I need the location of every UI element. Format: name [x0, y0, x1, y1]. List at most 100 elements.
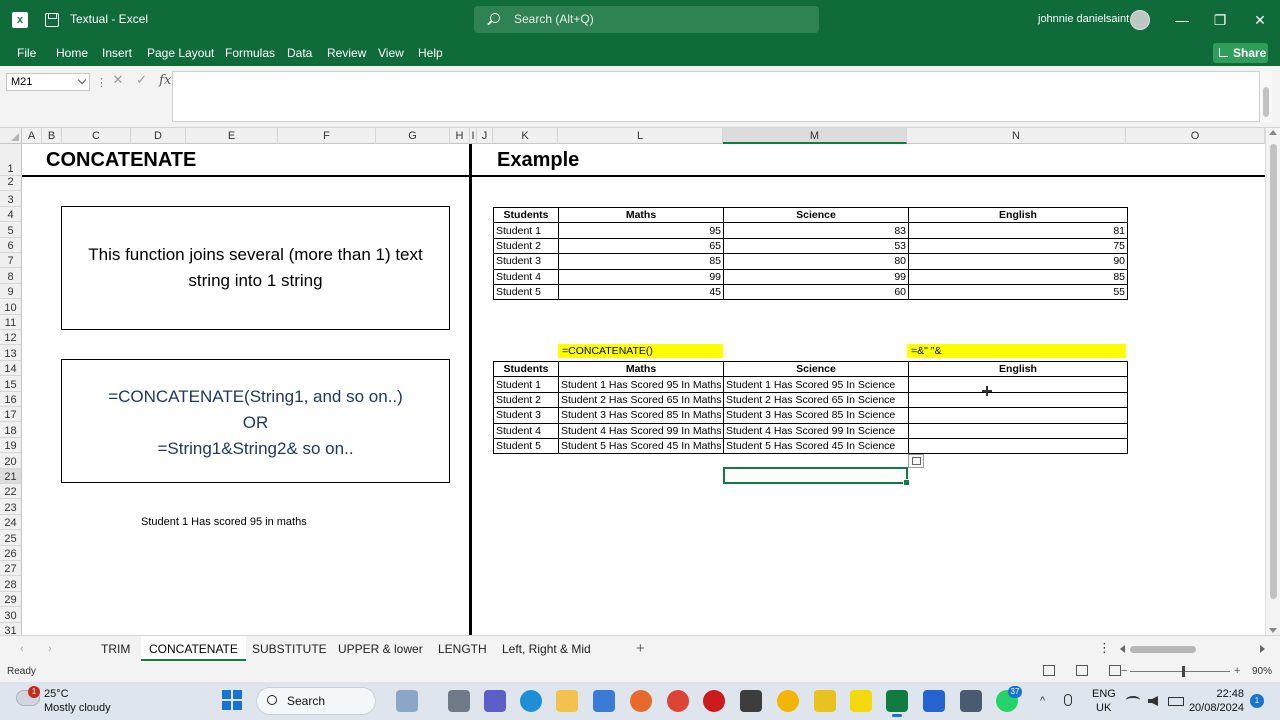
user-name[interactable]: johnnie danielsaint: [1038, 13, 1129, 25]
row-header-9[interactable]: 9: [0, 283, 22, 300]
language-indicator[interactable]: ENG: [1092, 688, 1116, 700]
zoom-out-button[interactable]: −: [1121, 665, 1127, 677]
cell[interactable]: 99: [558, 268, 724, 285]
sheet-tab-trim[interactable]: TRIM: [101, 642, 130, 656]
tab-view[interactable]: View: [378, 46, 404, 60]
tray-chevron-icon[interactable]: ^: [1040, 695, 1045, 707]
cell[interactable]: 81: [908, 222, 1128, 239]
zoom-slider-handle[interactable]: [1182, 666, 1185, 677]
cell[interactable]: Student 3 Has Scored 85 In Science: [723, 407, 909, 424]
volume-icon[interactable]: [1148, 696, 1158, 706]
row-header-1[interactable]: 1: [0, 144, 22, 176]
next-sheet-icon[interactable]: ›: [48, 643, 52, 655]
header-maths[interactable]: Maths: [558, 206, 724, 224]
cell[interactable]: Student 3 Has Scored 85 In Maths: [558, 407, 724, 424]
cell[interactable]: Student 4 Has Scored 99 In Maths: [558, 422, 724, 439]
row-header-3[interactable]: 3: [0, 191, 22, 207]
cell[interactable]: Student 5 Has Scored 45 In Maths: [558, 437, 724, 455]
search-box[interactable]: Search (Alt+Q): [474, 6, 819, 33]
header-english[interactable]: English: [908, 206, 1128, 224]
cell[interactable]: Student 4 Has Scored 99 In Science: [723, 422, 909, 439]
cell[interactable]: Student 5: [493, 437, 559, 455]
tab-home[interactable]: Home: [56, 46, 88, 60]
taskbar-search[interactable]: Search: [256, 687, 376, 715]
normal-view-icon[interactable]: [1043, 665, 1055, 676]
formula-scrollbar[interactable]: [1260, 71, 1272, 122]
minimize-button[interactable]: —: [1172, 10, 1192, 30]
header-students[interactable]: Students: [493, 360, 559, 378]
media-app-icon[interactable]: [740, 690, 762, 712]
prev-sheet-icon[interactable]: ‹: [20, 643, 24, 655]
row-header-13[interactable]: 13: [0, 345, 22, 361]
row-header-22[interactable]: 22: [0, 484, 22, 500]
scroll-right-icon[interactable]: [1260, 645, 1265, 653]
cell[interactable]: [908, 376, 1128, 393]
cell[interactable]: [908, 437, 1128, 455]
cell[interactable]: Student 5: [493, 283, 559, 301]
tab-file[interactable]: File: [17, 46, 36, 60]
horizontal-scrollbar[interactable]: [1120, 645, 1265, 654]
scroll-thumb[interactable]: [1130, 646, 1196, 653]
row-header-31[interactable]: 31: [0, 622, 22, 635]
restore-button[interactable]: ❐: [1210, 10, 1230, 30]
cell[interactable]: 80: [723, 253, 909, 270]
cell[interactable]: 65: [558, 237, 724, 255]
cell[interactable]: Student 4: [493, 422, 559, 439]
sticky-notes-icon[interactable]: [850, 690, 872, 712]
cell[interactable]: Student 1 Has Scored 95 In Maths: [558, 376, 724, 393]
chevron-down-icon[interactable]: [77, 75, 87, 85]
weather-temperature[interactable]: 25°C: [44, 688, 69, 700]
cell[interactable]: Student 2 Has Scored 65 In Maths: [558, 391, 724, 409]
row-header-25[interactable]: 25: [0, 530, 22, 546]
column-header-j[interactable]: J: [477, 128, 493, 144]
tab-help[interactable]: Help: [418, 46, 443, 60]
wifi-icon[interactable]: [1126, 696, 1140, 704]
cell[interactable]: 55: [908, 283, 1128, 301]
column-header-h[interactable]: H: [450, 128, 470, 144]
column-header-n[interactable]: N: [907, 128, 1126, 144]
cell[interactable]: 75: [908, 237, 1128, 255]
cell[interactable]: Student 2 Has Scored 65 In Science: [723, 391, 909, 409]
row-header-23[interactable]: 23: [0, 499, 22, 515]
scroll-up-icon[interactable]: [1269, 130, 1277, 135]
cell[interactable]: 83: [723, 222, 909, 239]
cell[interactable]: 99: [723, 268, 909, 285]
row-header-28[interactable]: 28: [0, 576, 22, 592]
remote-desktop-icon[interactable]: [960, 690, 982, 712]
cell[interactable]: 60: [723, 283, 909, 301]
column-header-e[interactable]: E: [186, 128, 278, 144]
cell[interactable]: [908, 407, 1128, 424]
zoom-level[interactable]: 90%: [1252, 666, 1272, 677]
excel-taskbar-icon[interactable]: [886, 690, 908, 717]
selected-cell-m21[interactable]: [723, 467, 910, 486]
vertical-scrollbar[interactable]: [1265, 128, 1280, 635]
example-note[interactable]: Student 1 Has scored 95 in maths: [141, 516, 307, 528]
sheet-tab-concatenate[interactable]: CONCATENATE: [141, 636, 246, 661]
cell[interactable]: Student 1: [493, 376, 559, 393]
scroll-down-icon[interactable]: [1269, 628, 1277, 633]
cell[interactable]: Student 1 Has Scored 95 In Science: [723, 376, 909, 393]
cell[interactable]: 85: [908, 268, 1128, 285]
row-header-30[interactable]: 30: [0, 607, 22, 623]
row-header-5[interactable]: 5: [0, 222, 22, 238]
row-header-18[interactable]: 18: [0, 422, 22, 438]
microphone-icon[interactable]: [1064, 694, 1072, 706]
column-header-d[interactable]: D: [131, 128, 186, 144]
row-header-15[interactable]: 15: [0, 376, 22, 392]
row-header-20[interactable]: 20: [0, 453, 22, 469]
row-header-2[interactable]: 2: [0, 176, 22, 192]
calculator-icon[interactable]: [923, 690, 945, 712]
chrome-icon[interactable]: [667, 690, 689, 712]
enter-icon[interactable]: ✓: [132, 72, 152, 88]
worksheet-grid[interactable]: A B C D E F G H I J K L M N O 1 2 3 4 5 …: [0, 128, 1265, 635]
cell[interactable]: Student 2: [493, 391, 559, 409]
avatar[interactable]: [1130, 10, 1150, 30]
file-explorer-icon[interactable]: [556, 690, 578, 712]
row-header-29[interactable]: 29: [0, 591, 22, 608]
cell[interactable]: 45: [558, 283, 724, 301]
row-header-19[interactable]: 19: [0, 437, 22, 454]
row-header-8[interactable]: 8: [0, 268, 22, 284]
name-box[interactable]: M21: [6, 73, 90, 91]
cell[interactable]: 90: [908, 253, 1128, 270]
tab-data[interactable]: Data: [287, 46, 312, 60]
